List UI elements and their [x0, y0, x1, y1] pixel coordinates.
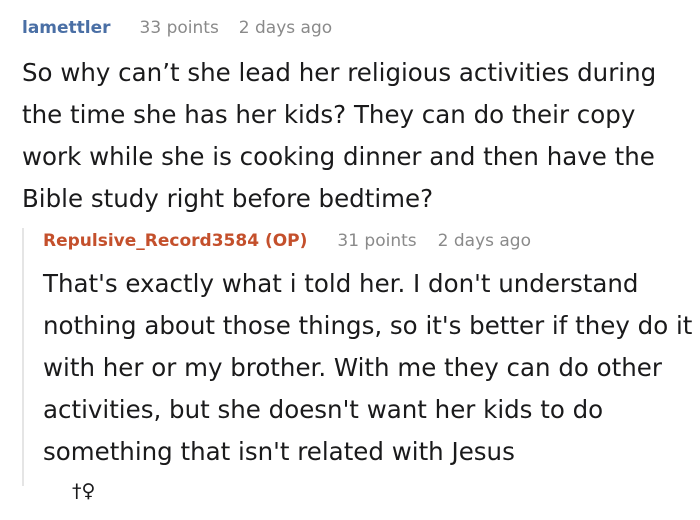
comment-timestamp[interactable]: 2 days ago: [239, 18, 332, 38]
comment-meta: lamettler 33 points 2 days ago: [22, 18, 692, 42]
comment-body: So why can’t she lead her religious acti…: [22, 58, 657, 213]
reply-timestamp[interactable]: 2 days ago: [438, 231, 531, 251]
dagger-female-symbol-icon: †♀: [72, 480, 96, 502]
reply-thread-line[interactable]: [22, 228, 24, 486]
reply-author[interactable]: Repulsive_Record3584 (OP): [43, 231, 307, 251]
reply-points: 31 points: [337, 231, 417, 251]
reply-body: That's exactly what i told her. I don't …: [43, 269, 693, 466]
comment: lamettler 33 points 2 days ago So why ca…: [22, 18, 692, 220]
reply-meta: Repulsive_Record3584 (OP) 31 points 2 da…: [43, 231, 693, 255]
comment-points: 33 points: [139, 18, 219, 38]
comment-author[interactable]: lamettler: [22, 18, 111, 38]
reply-comment: Repulsive_Record3584 (OP) 31 points 2 da…: [43, 231, 693, 473]
